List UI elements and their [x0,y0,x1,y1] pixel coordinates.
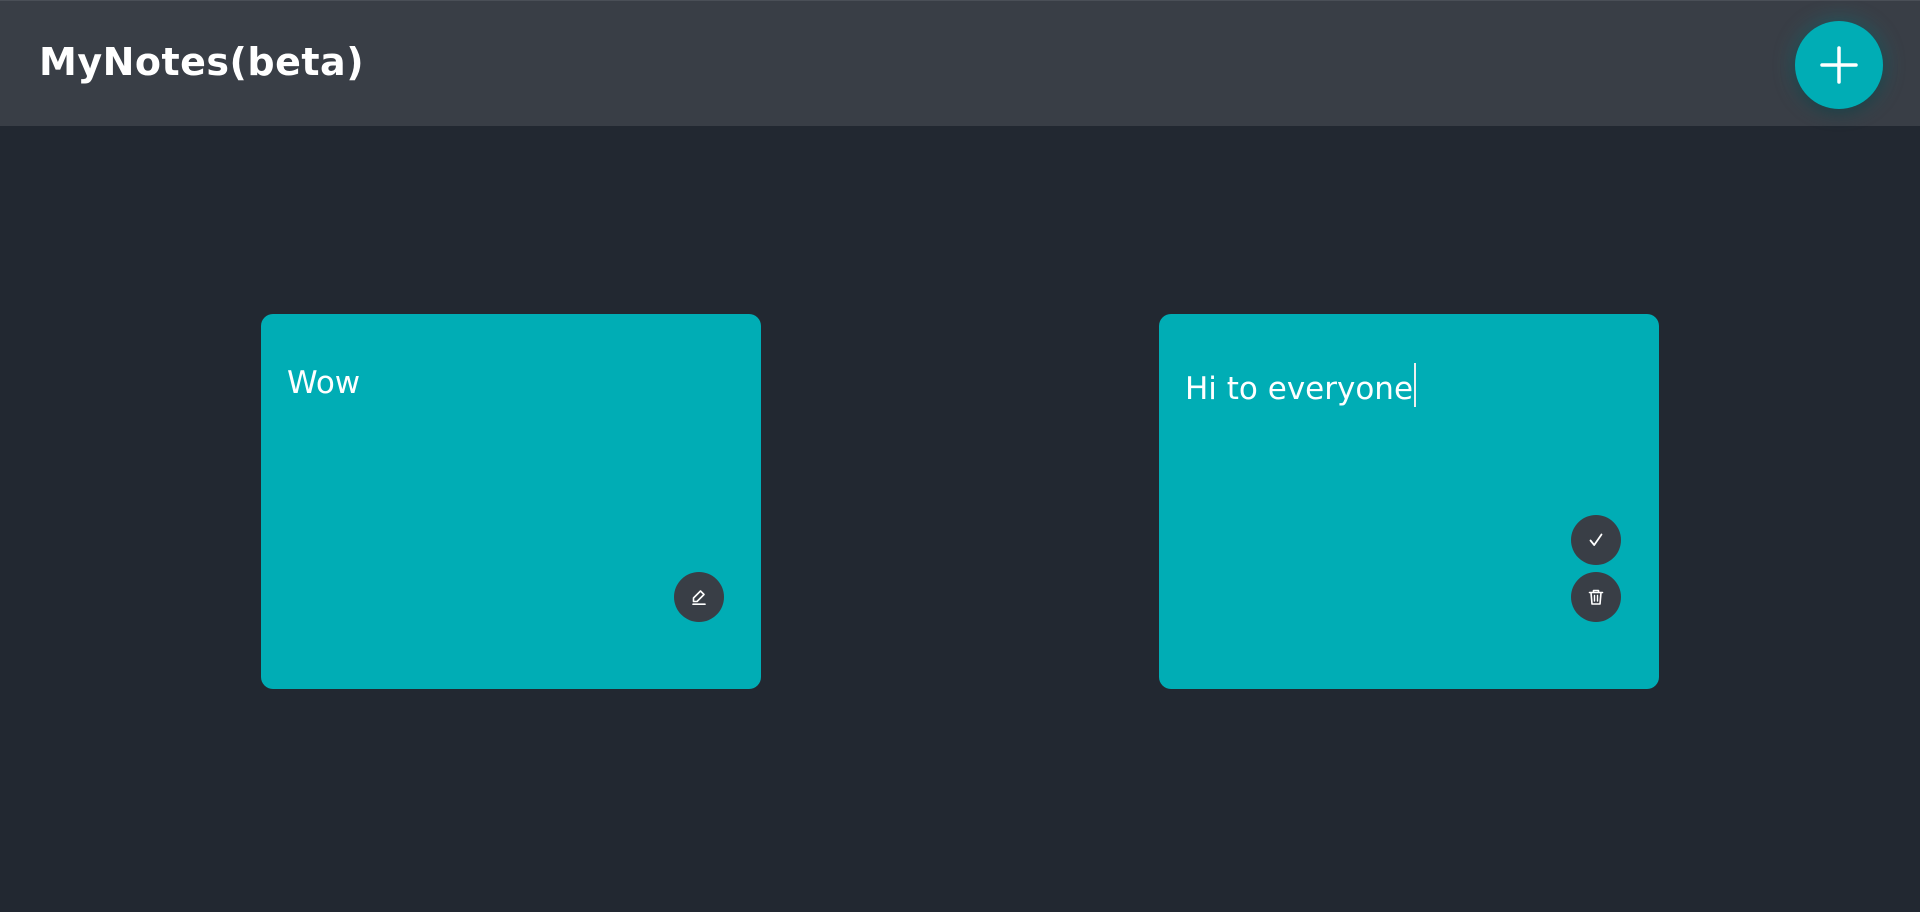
delete-note-button[interactable] [1571,572,1621,622]
save-note-button[interactable] [1571,515,1621,565]
note-text-input[interactable]: Hi to everyone [1185,363,1416,409]
pencil-icon [690,588,708,606]
add-note-button[interactable] [1795,21,1883,109]
note-text-value: Hi to everyone [1185,371,1414,407]
text-caret [1414,363,1416,407]
edit-note-button[interactable] [674,572,724,622]
note-text: Wow [287,365,361,401]
app-title: MyNotes(beta) [39,40,365,84]
note-card: Wow [261,314,761,689]
app-header: MyNotes(beta) [0,0,1920,126]
note-card-editing[interactable]: Hi to everyone [1159,314,1659,689]
checkmark-icon [1587,531,1605,549]
trash-icon [1587,588,1605,606]
plus-icon [1819,45,1859,85]
